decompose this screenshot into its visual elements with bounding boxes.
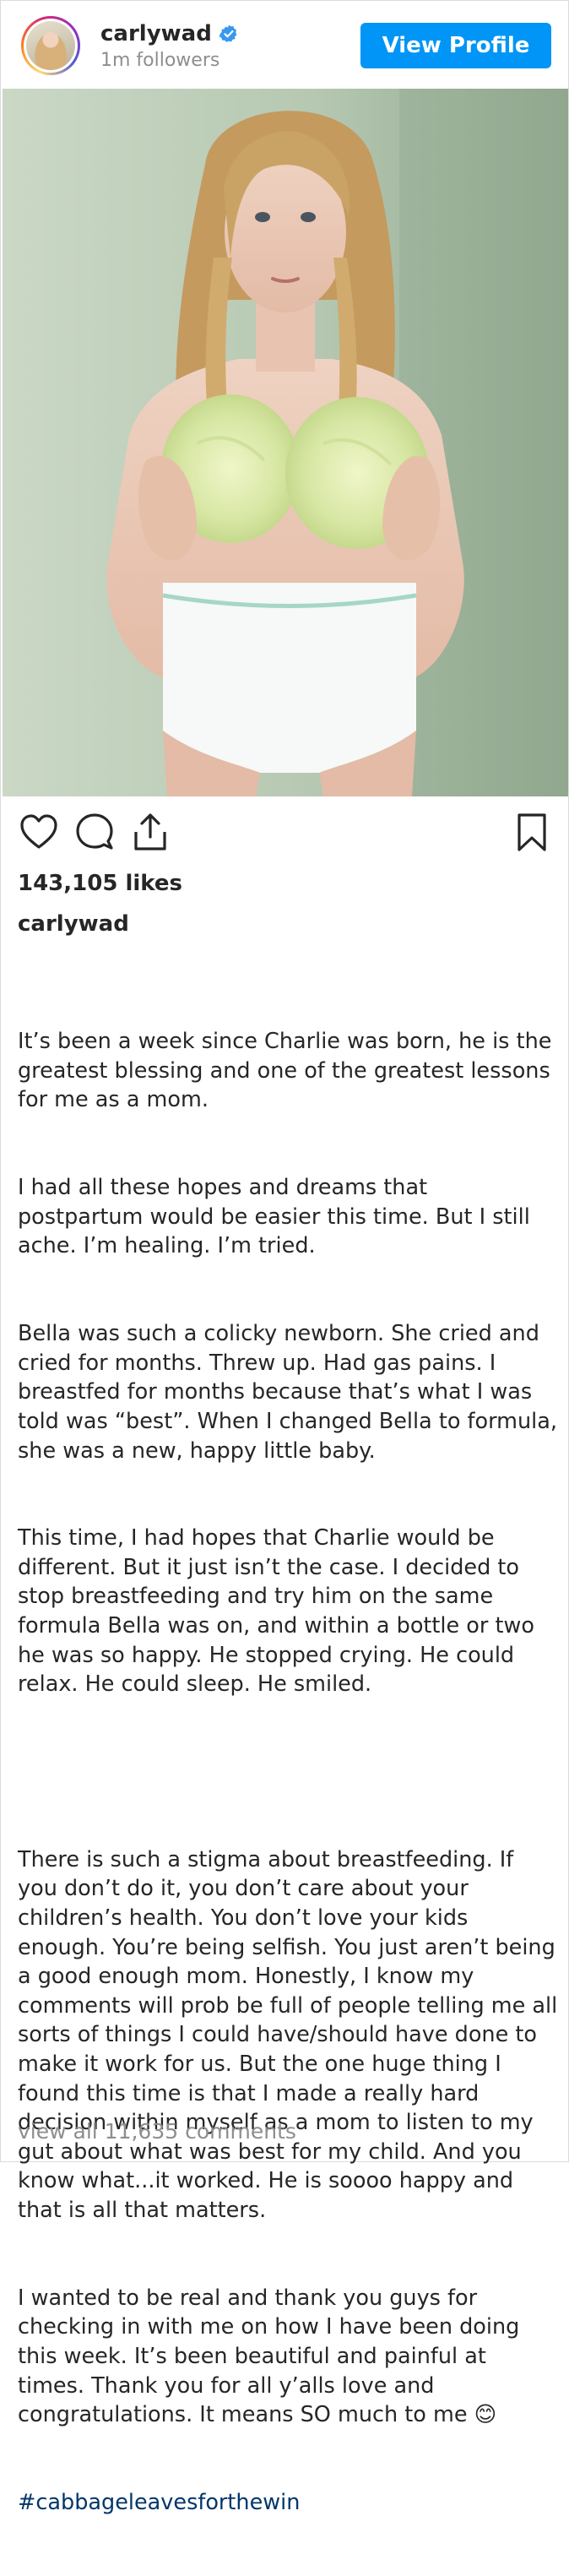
caption-paragraph: I wanted to be real and thank you guys f… <box>18 2285 527 2428</box>
hashtag-link[interactable]: #cabbageleavesforthewin <box>18 2488 558 2518</box>
post-photo[interactable] <box>3 89 568 796</box>
post-caption: It’s been a week since Charlie was born,… <box>18 969 558 2576</box>
post-card: carlywad 1m followers View Profile 143,1… <box>0 0 569 2515</box>
post-action-bar <box>1 812 568 862</box>
caption-paragraph-blank <box>18 1758 558 1787</box>
post-header: carlywad 1m followers View Profile <box>1 1 568 89</box>
view-profile-button[interactable]: View Profile <box>360 23 551 68</box>
post-photo-illustration <box>3 89 568 796</box>
bookmark-icon[interactable] <box>511 812 553 854</box>
share-icon[interactable] <box>129 812 171 854</box>
username-text: carlywad <box>100 21 212 46</box>
username[interactable]: carlywad <box>100 21 239 46</box>
caption-paragraph: Bella was such a colicky newborn. She cr… <box>18 1321 565 1464</box>
likes-count[interactable]: 143,105 likes <box>18 871 182 896</box>
avatar[interactable] <box>21 16 80 75</box>
comment-icon[interactable] <box>73 812 116 854</box>
heart-icon[interactable] <box>18 812 60 854</box>
caption-username[interactable]: carlywad <box>18 911 129 937</box>
avatar-image <box>26 21 75 70</box>
caption-paragraph: I had all these hopes and dreams that po… <box>18 1175 537 1259</box>
caption-paragraph: This time, I had hopes that Charlie woul… <box>18 1525 542 1698</box>
caption-paragraph: There is such a stigma about breastfeedi… <box>18 1846 565 2223</box>
view-comments-link[interactable]: view all 11,635 comments <box>18 2119 296 2144</box>
followers-count: 1m followers <box>100 50 220 71</box>
caption-paragraph: It’s been a week since Charlie was born,… <box>18 1029 559 1113</box>
verified-badge-icon <box>219 24 237 42</box>
